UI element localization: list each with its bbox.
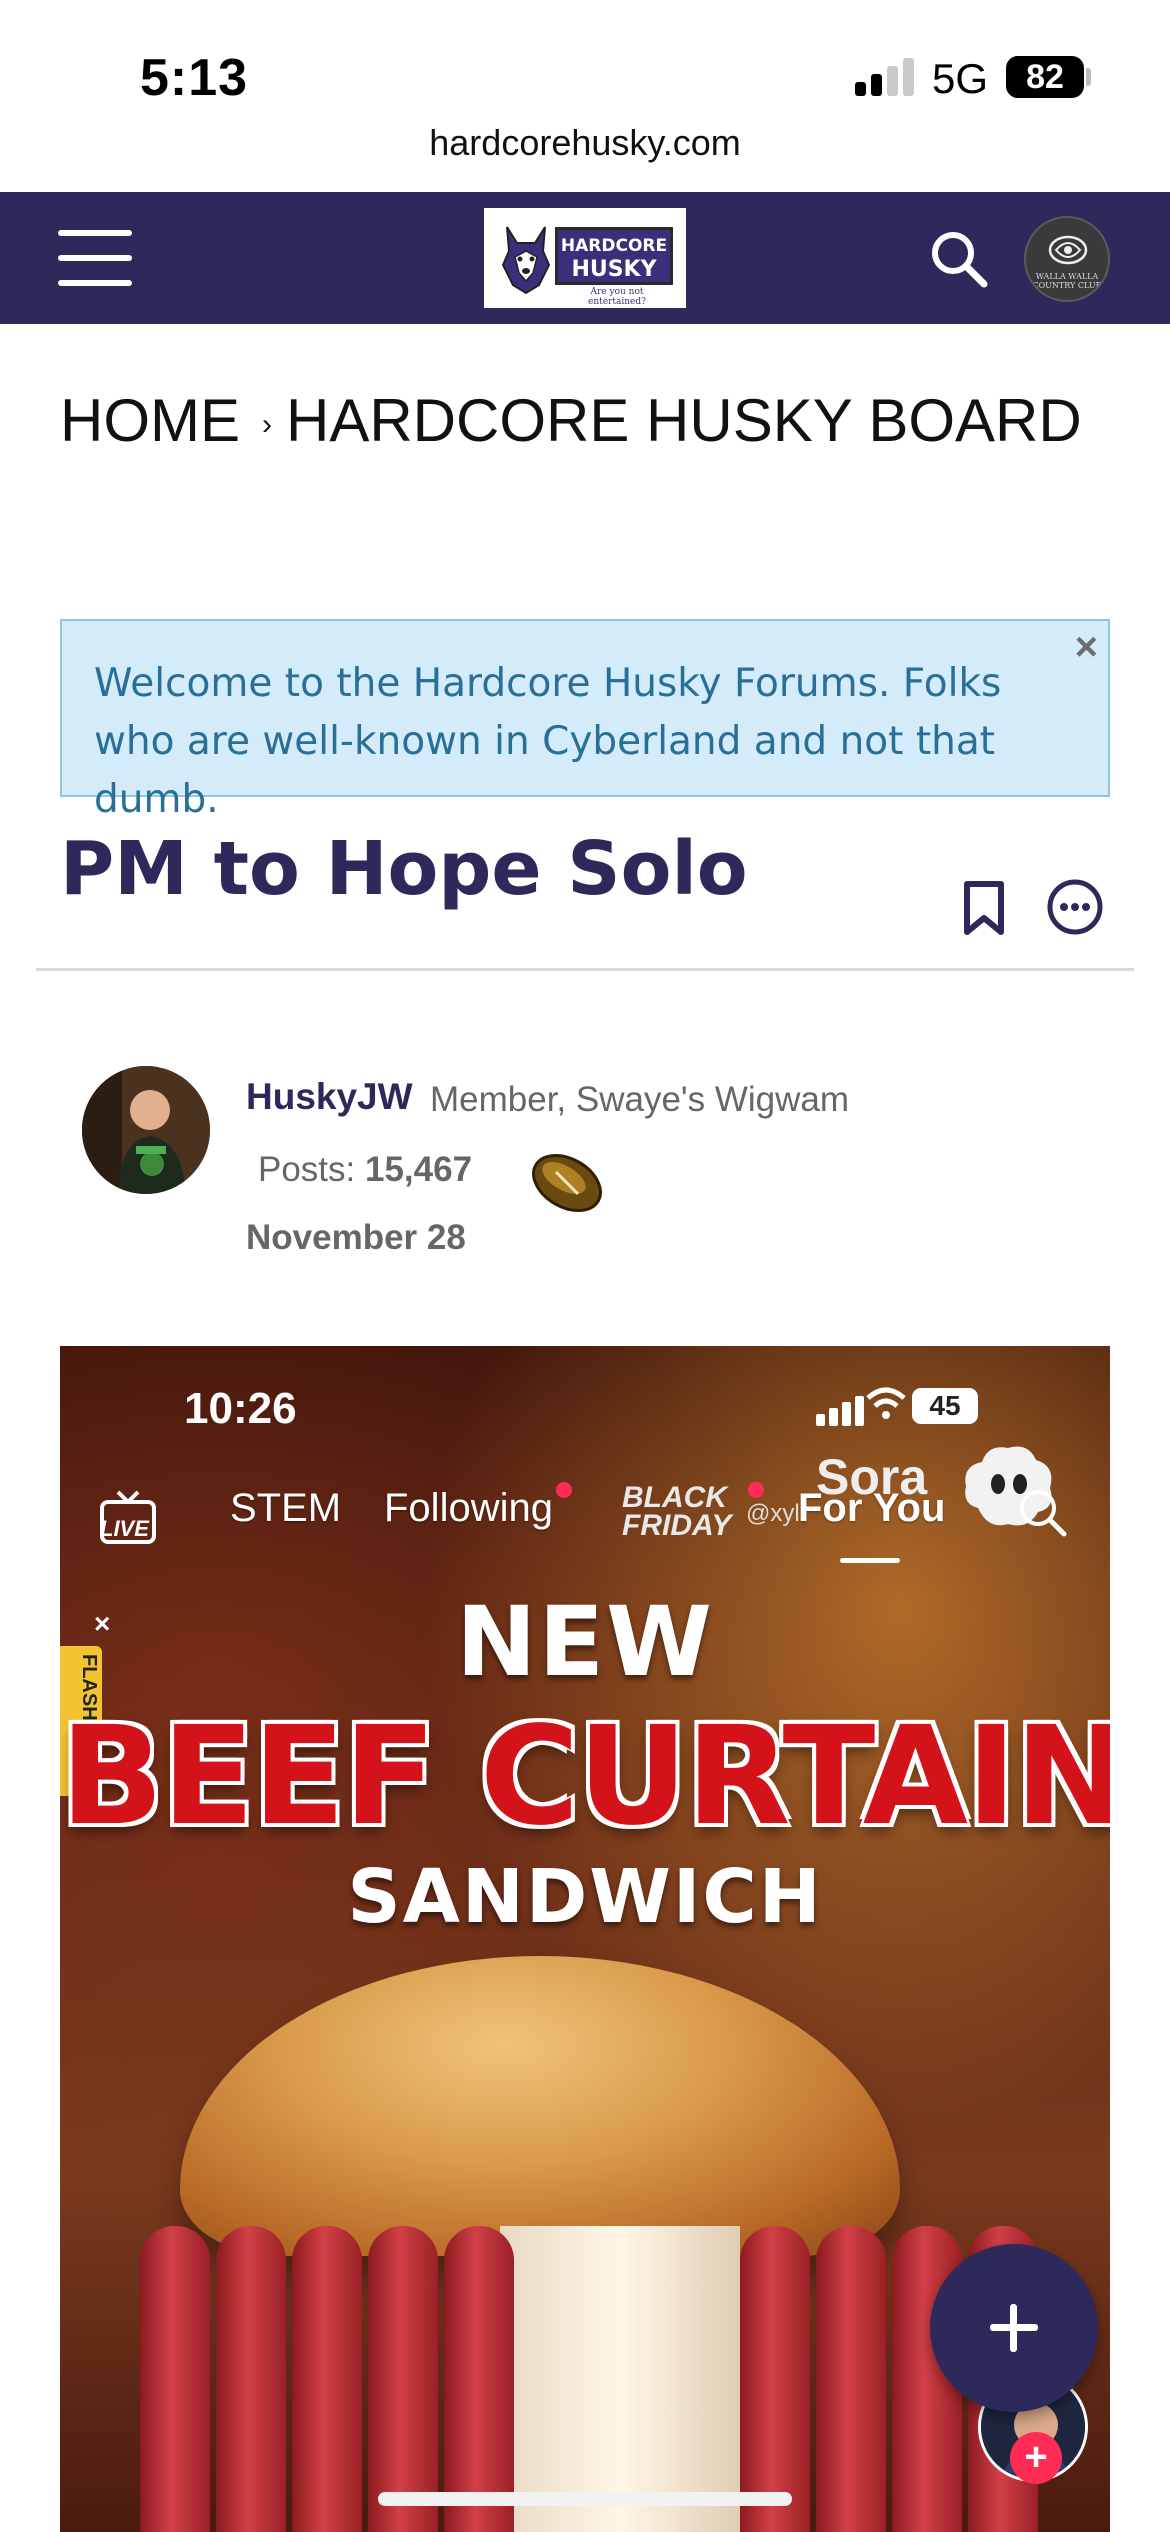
search-icon[interactable]: [928, 228, 990, 290]
husky-mascot-icon: [501, 226, 551, 295]
black-friday-label: BLACK FRIDAY: [622, 1481, 732, 1542]
logo-line2: HUSKY: [571, 257, 657, 282]
title-divider: [36, 968, 1134, 971]
live-label: LIVE: [100, 1516, 149, 1541]
battery-icon: 82: [1006, 56, 1084, 98]
meat-fold: [216, 2226, 286, 2532]
page-title: PM to Hope Solo: [60, 826, 748, 912]
breadcrumb-home[interactable]: HOME: [60, 387, 240, 454]
logo-wordmark: HARDCORE HUSKY: [555, 227, 673, 285]
site-header: HARDCORE HUSKY Are you not entertained? …: [0, 192, 1170, 324]
welcome-banner: Welcome to the Hardcore Husky Forums. Fo…: [60, 619, 1110, 822]
site-logo[interactable]: HARDCORE HUSKY Are you not entertained?: [484, 208, 686, 308]
post-date: November 28: [246, 1218, 466, 1257]
battery-nub: [1086, 68, 1091, 86]
embedded-battery-icon: 45: [912, 1388, 978, 1424]
club-crest-icon: [1048, 235, 1088, 265]
football-icon: [532, 1154, 602, 1212]
sandwich-cheese: [500, 2226, 740, 2532]
logo-tagline: Are you not entertained?: [588, 287, 646, 307]
embedded-tab-following: Following: [384, 1486, 553, 1530]
status-bar: 5:13 5G 82 hardcorehusky.com: [0, 0, 1170, 163]
embedded-status-icons: 45: [816, 1382, 1036, 1432]
embedded-top-nav: LIVE STEM Following BLACK FRIDAY @xyl Fo…: [60, 1446, 1110, 1566]
notification-dot: [556, 1482, 572, 1498]
author-photo: [82, 1066, 210, 1194]
meat-fold: [740, 2226, 810, 2532]
embedded-search-icon: [1020, 1490, 1067, 1537]
meat-fold: [444, 2226, 514, 2532]
headline-new: NEW: [456, 1586, 714, 1698]
new-post-button[interactable]: [930, 2244, 1098, 2412]
meat-fold: [368, 2226, 438, 2532]
club-avatar-text: WALLA WALLA COUNTRY CLUB: [1032, 272, 1102, 290]
meat-fold: [140, 2226, 210, 2532]
sora-watermark: Sora: [816, 1449, 928, 1505]
close-icon[interactable]: ×: [1075, 627, 1098, 667]
posts-label: Posts:: [258, 1150, 356, 1189]
home-indicator[interactable]: [378, 2492, 792, 2506]
author-avatar[interactable]: [82, 1066, 210, 1194]
meat-fold: [292, 2226, 362, 2532]
follow-plus-icon: +: [1010, 2432, 1062, 2484]
logo-line1: HARDCORE: [560, 236, 668, 256]
wifi-icon: [866, 1387, 906, 1419]
plus-icon-v: [1010, 2304, 1017, 2352]
user-avatar[interactable]: WALLA WALLA COUNTRY CLUB: [1024, 216, 1110, 302]
breadcrumb-current[interactable]: HARDCORE HUSKY BOARD: [286, 387, 1082, 454]
active-tab-underline: [840, 1558, 900, 1563]
address-bar-url[interactable]: hardcorehusky.com: [0, 122, 1170, 164]
breadcrumb-separator: ›: [262, 408, 272, 442]
notification-dot: [748, 1482, 764, 1498]
author-name[interactable]: HuskyJW: [246, 1076, 413, 1118]
status-time: 5:13: [140, 49, 249, 107]
post-count: Posts: 15,467: [258, 1150, 472, 1190]
embedded-handle: @xyl: [746, 1500, 800, 1527]
embedded-tab-stem: STEM: [230, 1486, 342, 1530]
meat-fold: [816, 2226, 886, 2532]
sandwich-filling: [120, 2226, 1050, 2532]
welcome-text: Welcome to the Hardcore Husky Forums. Fo…: [94, 661, 1002, 822]
breadcrumb: HOME › HARDCORE HUSKY BOARD: [60, 386, 1082, 455]
author-role: Member, Swaye's Wigwam: [430, 1080, 850, 1119]
posts-count: 15,467: [365, 1150, 473, 1189]
bookmark-icon[interactable]: [962, 880, 1006, 936]
more-options-icon[interactable]: [1046, 878, 1104, 936]
headline-sub: SANDWICH: [347, 1854, 823, 1940]
sandwich-bun: [180, 1956, 900, 2256]
network-type: 5G: [932, 55, 989, 102]
cellular-signal-icon: [855, 58, 917, 96]
menu-icon[interactable]: [58, 230, 132, 286]
headline-main: BEEF CURTAIN: [60, 1698, 1110, 1856]
embedded-time: 10:26: [184, 1384, 297, 1433]
